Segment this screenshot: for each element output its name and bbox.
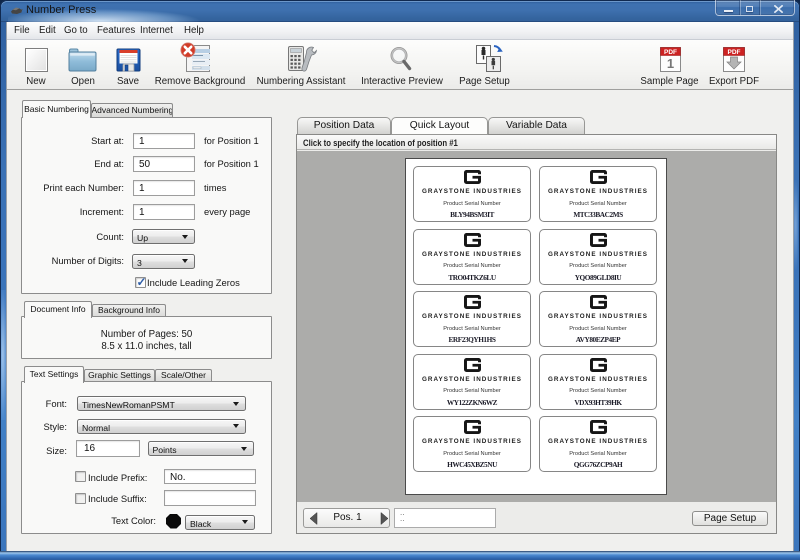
svg-text:PDF: PDF bbox=[728, 49, 741, 56]
svg-text:1: 1 bbox=[667, 56, 674, 71]
svg-text:PDF: PDF bbox=[664, 49, 677, 56]
